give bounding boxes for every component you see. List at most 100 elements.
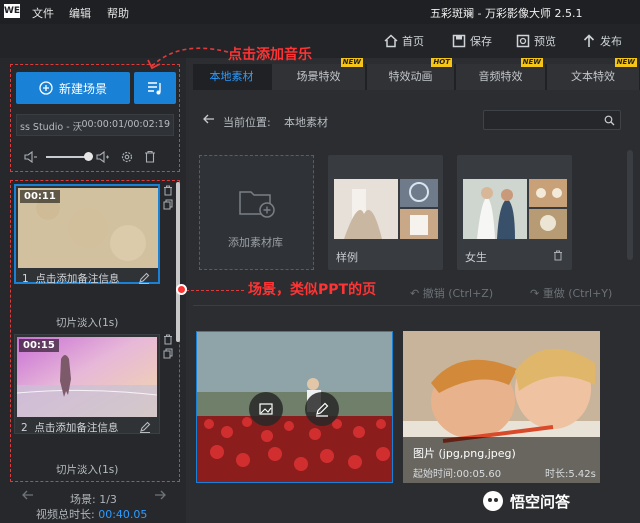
tab-effect-animation[interactable]: 特效动画 HOT <box>367 58 455 90</box>
redo-button[interactable]: ↷ 重做 (Ctrl+Y) <box>530 285 612 301</box>
add-music-button[interactable] <box>134 72 176 104</box>
annotation-music: 点击添加音乐 <box>228 47 312 63</box>
media-item-video[interactable] <box>196 331 393 483</box>
tab-label: 场景特效 <box>296 70 341 83</box>
total-duration: 视频总时长: 00:40.05 <box>36 506 147 522</box>
save-button[interactable]: 保存 <box>452 33 492 49</box>
back-arrow-icon[interactable] <box>203 114 215 124</box>
divider <box>193 305 640 306</box>
watermark-text: 悟空问答 <box>510 492 571 511</box>
scene-note[interactable]: 1 点击添加备注信息 <box>22 271 119 286</box>
music-track[interactable]: ss Studio - 沃 00:00:01/00:02:19 <box>16 114 174 136</box>
replace-media-button[interactable] <box>249 392 283 426</box>
media-thumbnail <box>197 332 392 482</box>
folder-plus-icon <box>239 191 275 218</box>
annotation-dot <box>176 284 187 295</box>
scene-duration: 00:15 <box>19 339 59 352</box>
music-list-icon <box>148 82 161 95</box>
scene-transition-2[interactable]: 切片淡入(1s) <box>56 462 118 477</box>
volume-down-icon[interactable] <box>24 151 38 163</box>
preview-button[interactable]: 预览 <box>516 33 556 49</box>
redo-label: 重做 (Ctrl+Y) <box>542 287 613 300</box>
scene-transition-1[interactable]: 切片淡入(1s) <box>56 315 118 330</box>
app-logo: WE <box>4 4 21 18</box>
scene-index: 1 <box>22 273 29 285</box>
add-library-label: 添加素材库 <box>228 236 283 249</box>
title-bar: WE 文件 编辑 帮助 五彩斑斓 - 万彩影像大师 2.5.1 <box>0 0 640 24</box>
trash-icon[interactable] <box>144 150 156 163</box>
home-icon <box>384 34 398 48</box>
library-card-girl[interactable]: 女生 <box>457 155 572 270</box>
new-badge: NEW <box>520 58 543 67</box>
tab-audio-effects[interactable]: 音频特效 NEW <box>456 58 546 90</box>
track-time: 00:00:01/00:02:19 <box>81 119 170 130</box>
new-scene-button[interactable]: 新建场景 <box>16 72 130 104</box>
watermark: 悟空问答 <box>482 490 570 512</box>
save-icon <box>452 34 466 48</box>
volume-slider-handle[interactable] <box>84 152 93 161</box>
scene-counter: 场景: 1/3 <box>70 493 117 506</box>
edit-icon[interactable] <box>138 272 150 284</box>
trash-icon[interactable] <box>163 334 173 345</box>
edit-media-button[interactable] <box>305 392 339 426</box>
scene-card-2[interactable]: 00:15 2 点击添加备注信息 <box>14 334 160 434</box>
watermark-logo-icon <box>483 491 503 511</box>
search-input[interactable] <box>483 110 621 130</box>
track-name: ss Studio - 沃 <box>20 122 83 133</box>
total-duration-label: 视频总时长: <box>36 508 99 521</box>
trash-icon[interactable] <box>163 185 173 196</box>
tab-scene-effects[interactable]: 场景特效 NEW <box>272 58 366 90</box>
scene-note-text: 点击添加备注信息 <box>34 422 119 434</box>
library-scrollbar[interactable] <box>627 150 633 260</box>
music-controls <box>16 146 174 168</box>
tab-label: 音频特效 <box>478 70 523 83</box>
home-label: 首页 <box>402 35 424 48</box>
gear-icon[interactable] <box>120 150 134 164</box>
home-button[interactable]: 首页 <box>384 33 424 49</box>
hot-badge: HOT <box>431 58 452 67</box>
scene-card-1[interactable]: 00:11 1 点击添加备注信息 <box>14 184 160 286</box>
media-title: 图片 (jpg,png,jpeg) <box>413 447 516 460</box>
prev-scene-icon[interactable] <box>22 490 34 500</box>
publish-button[interactable]: 发布 <box>582 33 622 49</box>
search-icon[interactable] <box>604 115 615 126</box>
location-label: 当前位置: <box>223 116 271 129</box>
trash-icon[interactable] <box>553 250 563 261</box>
publish-label: 发布 <box>600 35 622 48</box>
tab-label: 文本特效 <box>571 70 615 83</box>
media-start-time: 起始时间:00:05.60 <box>413 469 502 480</box>
library-card-sample[interactable]: 样例 <box>328 155 443 270</box>
preview-label: 预览 <box>534 35 556 48</box>
edit-icon <box>316 402 329 417</box>
annotation-arrow <box>147 47 229 70</box>
scene-scrollbar[interactable] <box>176 182 180 342</box>
library-card-label: 样例 <box>336 251 358 264</box>
new-scene-label: 新建场景 <box>58 81 107 96</box>
undo-button[interactable]: ↶ 撤销 (Ctrl+Z) <box>410 285 493 301</box>
copy-icon[interactable] <box>163 199 173 210</box>
menu-file[interactable]: 文件 <box>32 5 54 21</box>
tab-label: 特效动画 <box>388 70 433 83</box>
copy-icon[interactable] <box>163 348 173 359</box>
upload-icon <box>583 34 595 47</box>
undo-label: 撤销 (Ctrl+Z) <box>422 287 494 300</box>
window-title: 五彩斑斓 - 万彩影像大师 2.5.1 <box>430 7 583 20</box>
total-duration-value: 00:40.05 <box>98 508 148 521</box>
image-replace-icon <box>259 403 273 415</box>
media-item-image[interactable]: 图片 (jpg,png,jpeg) 起始时间:00:05.60 时长:5.42s <box>403 331 600 483</box>
tab-text-effects[interactable]: 文本特效 NEW <box>547 58 640 90</box>
save-label: 保存 <box>470 35 492 48</box>
scene-note[interactable]: 2 点击添加备注信息 <box>21 420 118 435</box>
scene-index: 2 <box>21 422 28 434</box>
menu-edit[interactable]: 编辑 <box>69 5 91 21</box>
annotation-scene: 场景，类似PPT的页 <box>248 282 377 298</box>
annotation-line <box>186 290 244 291</box>
location-value: 本地素材 <box>284 116 328 129</box>
add-library-button[interactable]: 添加素材库 <box>199 155 314 270</box>
volume-up-icon[interactable] <box>96 151 110 163</box>
next-scene-icon[interactable] <box>154 490 166 500</box>
menu-help[interactable]: 帮助 <box>107 5 129 21</box>
new-badge: NEW <box>614 58 637 67</box>
edit-icon[interactable] <box>139 421 151 433</box>
plus-circle-icon <box>39 81 53 95</box>
